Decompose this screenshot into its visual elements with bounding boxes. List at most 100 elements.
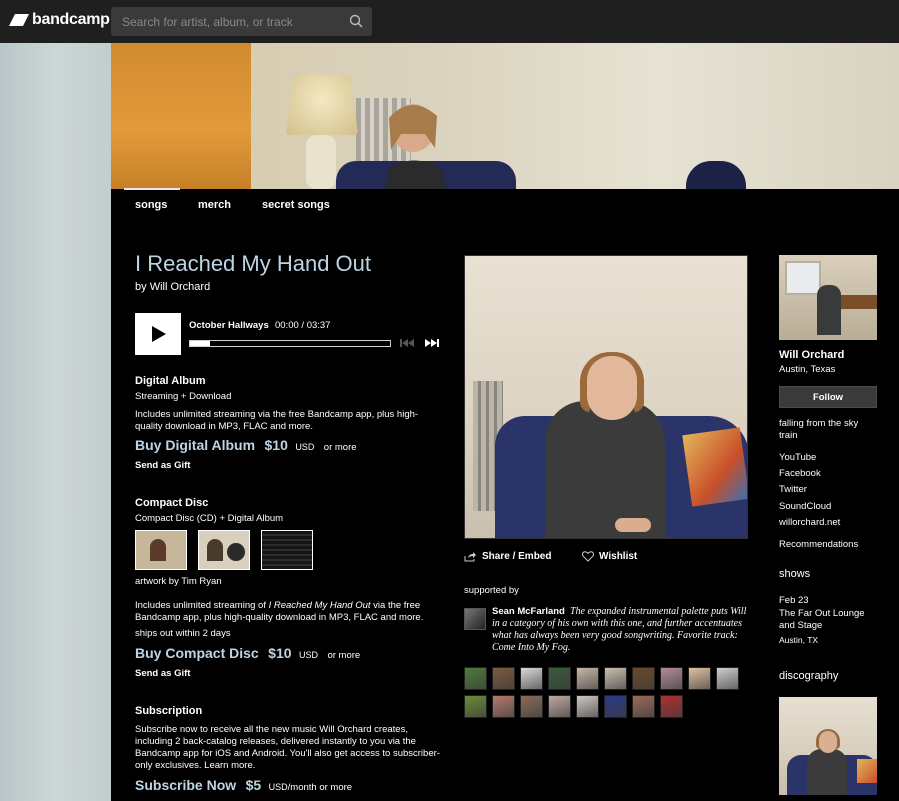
wishlist-label: Wishlist	[599, 551, 638, 562]
discography-heading: discography	[779, 670, 839, 682]
cd-send-as-gift[interactable]: Send as Gift	[135, 668, 190, 679]
banner-person-image	[384, 104, 447, 189]
ships-out-note: ships out within 2 days	[135, 628, 231, 639]
buy-digital-label: Buy Digital Album	[135, 437, 256, 453]
fan-avatar[interactable]	[632, 695, 655, 718]
subscription-currency: USD	[268, 782, 288, 792]
fan-avatar[interactable]	[604, 695, 627, 718]
fan-avatar[interactable]	[520, 667, 543, 690]
track-title: October Hallways	[189, 320, 269, 331]
supporter-avatar[interactable]	[464, 608, 486, 630]
fan-avatar[interactable]	[660, 667, 683, 690]
tab-secret-songs[interactable]: secret songs	[262, 199, 330, 211]
learn-more-link[interactable]: Learn more.	[204, 760, 255, 771]
by-prefix: by	[135, 281, 147, 293]
link-website[interactable]: willorchard.net	[779, 517, 840, 529]
recommendations-link[interactable]: Recommendations	[779, 539, 858, 551]
subscription-description: Subscribe now to receive all the new mus…	[135, 724, 440, 772]
show-date: Feb 23	[779, 595, 809, 606]
digital-album-subheading: Streaming + Download	[135, 391, 232, 402]
fan-avatar[interactable]	[660, 695, 683, 718]
subscribe-label: Subscribe Now	[135, 777, 237, 793]
compact-disc-heading: Compact Disc	[135, 497, 209, 509]
share-embed-button[interactable]: Share / Embed	[464, 551, 551, 562]
bandcamp-logo[interactable]: bandcamp	[9, 11, 110, 29]
artwork-credit: artwork by Tim Ryan	[135, 576, 222, 587]
fan-avatar[interactable]	[576, 695, 599, 718]
next-track-icon[interactable]	[425, 338, 439, 348]
fan-avatar[interactable]	[520, 695, 543, 718]
subscription-price: $5	[245, 777, 262, 793]
cd-photo-thumbnail[interactable]	[198, 530, 250, 570]
digital-currency: USD	[295, 442, 315, 452]
fan-avatar[interactable]	[688, 667, 711, 690]
link-youtube[interactable]: YouTube	[779, 452, 816, 464]
link-twitter[interactable]: Twitter	[779, 484, 807, 496]
tab-merch[interactable]: merch	[198, 199, 231, 211]
subscription-per: /month or more	[287, 782, 353, 793]
artist-banner	[111, 43, 899, 189]
fan-avatar[interactable]	[548, 667, 571, 690]
fan-avatar[interactable]	[548, 695, 571, 718]
digital-album-description: Includes unlimited streaming via the fre…	[135, 409, 419, 432]
play-button[interactable]	[135, 313, 181, 355]
previous-track-icon[interactable]	[400, 338, 414, 348]
fan-avatar[interactable]	[716, 667, 739, 690]
link-soundcloud[interactable]: SoundCloud	[779, 501, 831, 513]
cd-currency: USD	[298, 650, 318, 660]
play-icon	[152, 326, 166, 342]
buy-compact-disc-button[interactable]: Buy Compact Disc $10 USD or more	[135, 645, 360, 663]
cd-photo-thumbnail[interactable]	[135, 530, 187, 570]
search-input[interactable]	[111, 7, 341, 36]
album-byline: by Will Orchard	[135, 281, 210, 293]
artist-photo[interactable]	[779, 255, 877, 340]
digital-or-more: or more	[323, 442, 357, 453]
sidebar-artist-location: Austin, Texas	[779, 364, 836, 375]
fan-avatar[interactable]	[576, 667, 599, 690]
album-cover-art[interactable]	[464, 255, 748, 539]
digital-album-heading: Digital Album	[135, 375, 206, 387]
heart-icon	[582, 551, 594, 562]
digital-send-as-gift[interactable]: Send as Gift	[135, 460, 190, 471]
shows-heading: shows	[779, 568, 811, 580]
follow-button[interactable]: Follow	[779, 386, 877, 408]
logo-text: bandcamp	[32, 11, 110, 28]
digital-price: $10	[264, 437, 288, 453]
search-icon[interactable]	[349, 14, 363, 28]
fan-avatar[interactable]	[604, 667, 627, 690]
subscription-heading: Subscription	[135, 705, 203, 717]
album-panel: songs merch secret songs I Reached My Ha…	[111, 188, 899, 801]
fan-avatar[interactable]	[464, 695, 487, 718]
cd-price: $10	[268, 645, 292, 661]
album-title: I Reached My Hand Out	[135, 251, 372, 276]
discography-album-art[interactable]	[779, 697, 877, 795]
supporter-name[interactable]: Sean McFarland	[492, 606, 565, 617]
artist-nav-tabs: songs merch secret songs	[111, 188, 899, 225]
subscription-text: Subscribe now to receive all the new mus…	[135, 724, 440, 771]
top-bar: bandcamp	[0, 0, 899, 43]
wishlist-button[interactable]: Wishlist	[582, 551, 637, 562]
supported-by-label: supported by	[464, 585, 519, 596]
subscribe-now-button[interactable]: Subscribe Now $5 USD/month or more	[135, 777, 352, 795]
compact-disc-description: Includes unlimited streaming of I Reache…	[135, 600, 440, 624]
fan-avatar[interactable]	[492, 667, 515, 690]
show-city: Austin, TX	[779, 635, 819, 645]
sidebar-artist-name[interactable]: Will Orchard	[779, 349, 844, 361]
fan-avatar[interactable]	[464, 667, 487, 690]
cd-or-more: or more	[327, 650, 361, 661]
progress-bar[interactable]	[189, 340, 391, 347]
share-icon	[464, 551, 476, 561]
fan-avatar[interactable]	[492, 695, 515, 718]
cd-photo-thumbnail[interactable]	[261, 530, 313, 570]
artist-link[interactable]: Will Orchard	[150, 281, 211, 293]
bandcamp-logo-icon	[9, 14, 29, 26]
buy-digital-album-button[interactable]: Buy Digital Album $10 USD or more	[135, 437, 357, 455]
link-facebook[interactable]: Facebook	[779, 468, 821, 480]
fan-avatar[interactable]	[632, 667, 655, 690]
tab-songs[interactable]: songs	[123, 188, 181, 211]
show-venue[interactable]: The Far Out Lounge and Stage	[779, 608, 879, 632]
share-label: Share / Embed	[482, 551, 552, 562]
progress-fill	[190, 341, 210, 346]
cd-desc-before: Includes unlimited streaming of	[135, 600, 269, 611]
artist-bio: falling from the sky train	[779, 418, 859, 441]
